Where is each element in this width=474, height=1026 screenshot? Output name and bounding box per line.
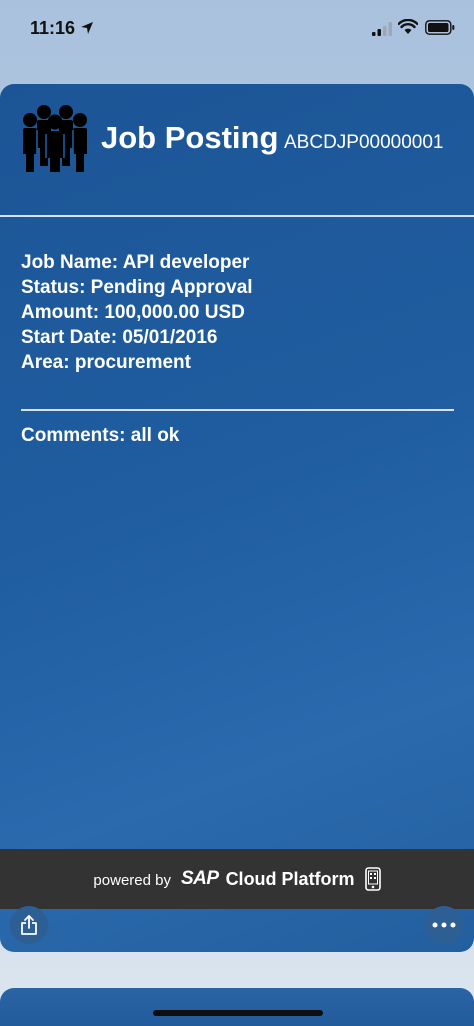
card-header: Job Posting ABCDJP00000001 xyxy=(0,84,474,216)
detail-area: Area: procurement xyxy=(21,352,191,373)
job-details: Job Name: API developer Status: Pending … xyxy=(21,250,253,375)
detail-amount: Amount: 100,000.00 USD xyxy=(21,302,245,323)
more-icon xyxy=(432,922,456,928)
powered-by-label: powered by xyxy=(93,871,171,889)
location-arrow-icon xyxy=(81,22,93,34)
next-card[interactable] xyxy=(0,988,474,1026)
status-time: 11:16 xyxy=(30,18,76,38)
share-icon xyxy=(21,915,37,935)
share-button[interactable] xyxy=(10,906,48,944)
more-button[interactable] xyxy=(425,906,463,944)
sap-logo: SAP xyxy=(180,868,219,889)
details-divider xyxy=(21,409,454,411)
cellular-signal-icon xyxy=(372,22,392,36)
status-bar: 11:16 xyxy=(0,0,474,58)
page-title: Job Posting xyxy=(101,120,279,155)
job-id: ABCDJP00000001 xyxy=(284,132,444,153)
platform-label: Cloud Platform xyxy=(225,868,355,889)
battery-icon xyxy=(425,20,455,35)
mobile-device-icon xyxy=(364,867,381,891)
wifi-icon xyxy=(398,19,418,34)
people-group-icon xyxy=(23,105,87,172)
header-divider xyxy=(0,215,474,217)
detail-job-name: Job Name: API developer xyxy=(21,252,250,273)
home-indicator[interactable] xyxy=(153,1010,323,1016)
detail-start-date: Start Date: 05/01/2016 xyxy=(21,327,218,348)
job-posting-card[interactable]: Job Posting ABCDJP00000001 Job Name: API… xyxy=(0,84,474,952)
comments: Comments: all ok xyxy=(21,425,180,446)
detail-status: Status: Pending Approval xyxy=(21,277,253,298)
powered-by-footer: powered by SAP Cloud Platform xyxy=(0,849,474,909)
